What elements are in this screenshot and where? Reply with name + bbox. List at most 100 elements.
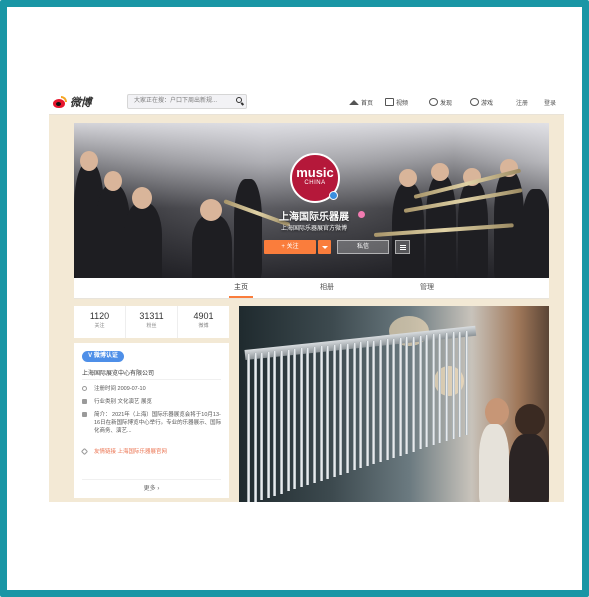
- chime-bar: [293, 349, 297, 490]
- register-label: 注册: [516, 100, 529, 107]
- gamepad-icon: [470, 98, 479, 106]
- chime-bar: [412, 336, 415, 452]
- nav-video[interactable]: 视频: [385, 95, 408, 109]
- video-icon: [385, 98, 394, 106]
- cover-figure-head: [431, 163, 449, 181]
- profile-tabs: 主页 相册 管理: [74, 278, 549, 299]
- cover-figure-head: [80, 151, 98, 171]
- chime-bar: [313, 347, 316, 483]
- verified-badge: V 微博认证: [82, 351, 124, 362]
- divider: [82, 379, 221, 380]
- register-date-text: 注册时间 2009-07-10: [94, 386, 146, 392]
- top-nav-bar: 微博 大家正在搜：户口下周出新规... 首页 视频 发现 游戏 注册 登录: [49, 90, 564, 115]
- chime-bar: [286, 349, 290, 492]
- chime-bar: [445, 333, 448, 441]
- more-info-link[interactable]: 更多 ›: [74, 483, 229, 492]
- search-icon[interactable]: [236, 97, 242, 103]
- chime-bar: [253, 353, 257, 502]
- avatar-text-china: CHINA: [304, 180, 326, 186]
- stat-posts[interactable]: 4901 微博: [178, 306, 229, 338]
- chime-bar: [451, 332, 455, 439]
- home-icon: [349, 99, 359, 105]
- tab-home[interactable]: 主页: [221, 278, 261, 298]
- chime-bar: [306, 347, 310, 486]
- friend-link-text[interactable]: 友情链接 上海国际乐器展官网: [94, 448, 224, 456]
- search-placeholder: 大家正在搜：户口下周出新规...: [134, 98, 218, 104]
- stat-posts-label: 微博: [198, 323, 209, 329]
- clock-icon: [82, 386, 87, 391]
- weibo-profile-page: 微博 大家正在搜：户口下周出新规... 首页 视频 发现 游戏 注册 登录 mu…: [49, 90, 564, 502]
- cover-figure: [522, 189, 549, 278]
- menu-icon-line: [400, 249, 406, 250]
- weibo-logo[interactable]: 微博: [53, 94, 101, 110]
- chime-bar: [379, 340, 382, 462]
- chime-bar: [372, 340, 376, 465]
- follow-dropdown-button[interactable]: [318, 240, 331, 254]
- cover-figure: [192, 215, 232, 278]
- chime-bar: [266, 351, 270, 498]
- nav-game[interactable]: 游戏: [470, 95, 493, 109]
- chime-bar: [247, 354, 250, 502]
- stat-posts-value: 4901: [193, 311, 214, 321]
- chime-bar: [398, 337, 402, 456]
- intro-icon: [82, 412, 87, 417]
- nav-home[interactable]: 首页: [349, 95, 373, 109]
- chime-bar: [346, 343, 349, 473]
- info-row-link[interactable]: 友情链接 上海国际乐器展官网: [80, 447, 224, 456]
- chime-bar: [339, 344, 343, 475]
- photo-person: [509, 434, 549, 502]
- divider: [82, 479, 221, 480]
- stat-following-label: 关注: [94, 323, 105, 329]
- login-label: 登录: [544, 100, 557, 107]
- intro-text: 简介： 2021年（上海）国际乐器展览会将于10月13-16日在新国际博览中心举…: [94, 412, 222, 434]
- industry-icon: [82, 399, 87, 404]
- chime-bar: [431, 334, 435, 446]
- nav-discover-label: 发现: [440, 100, 453, 107]
- cover-figure-head: [132, 187, 152, 209]
- tag-icon: [80, 447, 89, 456]
- profile-cover-photo: music CHINA 上海国际乐器展 上海国际乐器展官方微博 + 关注 私信: [74, 123, 549, 278]
- avatar-text-music: music: [296, 165, 334, 180]
- chime-bar: [458, 331, 462, 437]
- cover-figure-head: [200, 199, 222, 221]
- login-link[interactable]: 登录: [544, 95, 556, 109]
- chime-bar: [425, 335, 429, 448]
- message-button[interactable]: 私信: [337, 240, 389, 254]
- photo-person-head: [485, 398, 509, 426]
- verified-company: 上海国际展览中心有限公司: [82, 371, 155, 377]
- stat-followers[interactable]: 31311 粉丝: [126, 306, 178, 338]
- chime-bar: [359, 342, 363, 469]
- stat-following[interactable]: 1120 关注: [74, 306, 126, 338]
- stat-followers-label: 粉丝: [146, 323, 157, 329]
- chime-bar: [280, 350, 283, 494]
- chime-bar: [299, 348, 303, 488]
- nav-discover[interactable]: 发现: [429, 95, 452, 109]
- more-menu-button[interactable]: [395, 240, 410, 254]
- verified-icon: [329, 191, 338, 200]
- chime-bar: [319, 346, 323, 481]
- follow-button[interactable]: + 关注: [264, 240, 316, 254]
- register-link[interactable]: 注册: [516, 95, 528, 109]
- chime-bar: [438, 333, 442, 444]
- stat-following-value: 1120: [89, 311, 110, 321]
- chime-bar: [418, 335, 422, 450]
- menu-icon-line: [400, 245, 406, 246]
- compass-icon: [429, 98, 438, 106]
- tab-photos[interactable]: 相册: [307, 278, 347, 298]
- chime-bar: [352, 342, 356, 471]
- screenshot-frame: 微博 大家正在搜：户口下周出新规... 首页 视频 发现 游戏 注册 登录 mu…: [0, 0, 589, 597]
- info-row-register-date: 注册时间 2009-07-10: [82, 385, 224, 393]
- photo-person: [479, 424, 509, 502]
- logo-text: 微博: [70, 97, 92, 109]
- profile-description: 上海国际乐器展官方微博: [280, 226, 347, 232]
- chime-bar: [365, 341, 369, 467]
- search-input[interactable]: 大家正在搜：户口下周出新规...: [127, 94, 247, 109]
- profile-stats: 1120 关注 31311 粉丝 4901 微博: [74, 306, 229, 338]
- post-photo-wind-chimes[interactable]: [239, 306, 549, 502]
- info-row-intro: 简介： 2021年（上海）国际乐器展览会将于10月13-16日在新国际博览中心举…: [82, 411, 224, 435]
- tab-manage[interactable]: 管理: [407, 278, 447, 298]
- nav-home-label: 首页: [361, 100, 374, 107]
- menu-icon-line: [400, 247, 406, 248]
- cover-figure: [124, 203, 162, 278]
- photo-person-hair: [515, 404, 545, 436]
